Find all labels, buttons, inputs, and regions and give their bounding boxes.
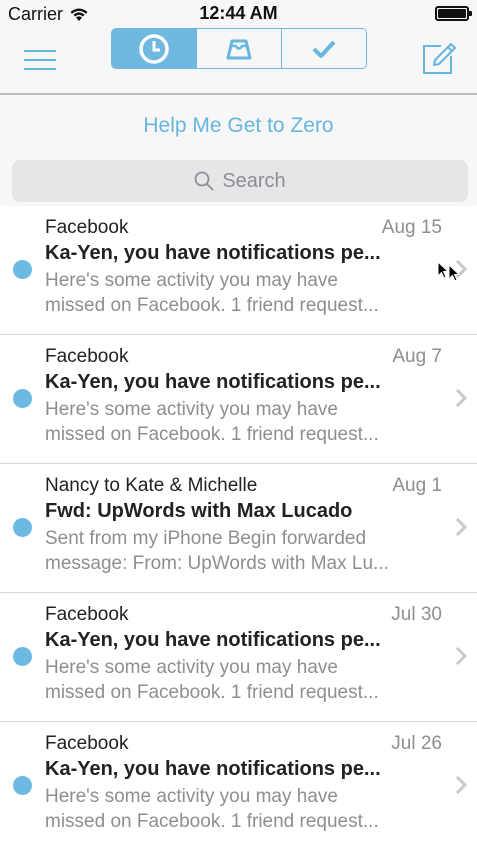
message-sender: Facebook [45,604,129,625]
message-preview-line: Sent from my iPhone Begin forwarded [45,528,367,549]
message-row[interactable]: Facebook Jul 26 Ka-Yen, you have notific… [0,722,477,850]
message-preview: Sent from my iPhone Begin forwarded mess… [45,526,435,576]
message-subject: Ka-Yen, you have notifications pe... [45,629,381,651]
chevron-right-icon [455,259,468,279]
hamburger-icon [24,50,56,70]
later-tab[interactable] [112,29,196,68]
message-date: Jul 26 [391,733,442,754]
unread-dot [13,776,32,795]
search-icon [194,171,214,191]
message-preview-line: missed on Facebook. 1 friend request... [45,295,379,316]
status-time: 12:44 AM [199,3,278,23]
search-placeholder: Search [222,169,286,192]
battery-icon [435,6,472,21]
message-preview-line: message: From: UpWords with Max Lu... [45,553,389,574]
checkmark-icon [312,40,336,58]
chevron-right-icon [455,646,468,666]
status-bar: Carrier 12:44 AM [0,0,477,28]
help-me-get-to-zero-link[interactable]: Help Me Get to Zero [0,114,477,138]
message-date: Jul 30 [391,604,442,625]
chevron-right-icon [455,388,468,408]
message-preview-line: Here's some activity you may have [45,657,338,678]
message-preview: Here's some activity you may have missed… [45,784,435,834]
message-preview: Here's some activity you may have missed… [45,655,435,705]
chevron-right-icon [455,517,468,537]
message-date: Aug 7 [392,346,442,367]
unread-dot [13,260,32,279]
message-date: Aug 15 [381,217,442,238]
compose-icon [423,43,456,74]
unread-dot [13,647,32,666]
unread-dot [13,518,32,537]
message-row[interactable]: Nancy to Kate & Michelle Aug 1 Fwd: UpWo… [0,464,477,593]
message-sender: Facebook [45,217,129,238]
message-sender: Facebook [45,733,129,754]
message-row[interactable]: Facebook Aug 7 Ka-Yen, you have notifica… [0,335,477,464]
message-preview-line: missed on Facebook. 1 friend request... [45,424,379,445]
mailbox-segmented-control [111,28,367,69]
message-subject: Ka-Yen, you have notifications pe... [45,371,381,393]
search-field[interactable]: Search [12,160,468,202]
message-preview-line: Here's some activity you may have [45,270,338,291]
inbox-tray-icon [226,39,252,59]
message-preview-line: missed on Facebook. 1 friend request... [45,811,379,832]
message-subject: Ka-Yen, you have notifications pe... [45,758,381,780]
menu-button[interactable] [24,48,56,72]
inbox-tab[interactable] [196,29,281,68]
message-preview-line: Here's some activity you may have [45,399,338,420]
clock-icon [139,33,169,64]
chevron-right-icon [455,775,468,795]
compose-button[interactable] [421,42,457,76]
message-list: Facebook Aug 15 Ka-Yen, you have notific… [0,206,477,850]
message-preview: Here's some activity you may have missed… [45,268,435,318]
navigation-bar [0,28,477,95]
message-subject: Ka-Yen, you have notifications pe... [45,242,381,264]
done-tab[interactable] [281,29,366,68]
unread-dot [13,389,32,408]
message-preview-line: missed on Facebook. 1 friend request... [45,682,379,703]
message-subject: Fwd: UpWords with Max Lucado [45,500,353,522]
message-preview: Here's some activity you may have missed… [45,397,435,447]
message-sender: Facebook [45,346,129,367]
message-preview-line: Here's some activity you may have [45,786,338,807]
message-row[interactable]: Facebook Aug 15 Ka-Yen, you have notific… [0,206,477,335]
message-date: Aug 1 [392,475,442,496]
message-row[interactable]: Facebook Jul 30 Ka-Yen, you have notific… [0,593,477,722]
message-sender: Nancy to Kate & Michelle [45,475,258,496]
